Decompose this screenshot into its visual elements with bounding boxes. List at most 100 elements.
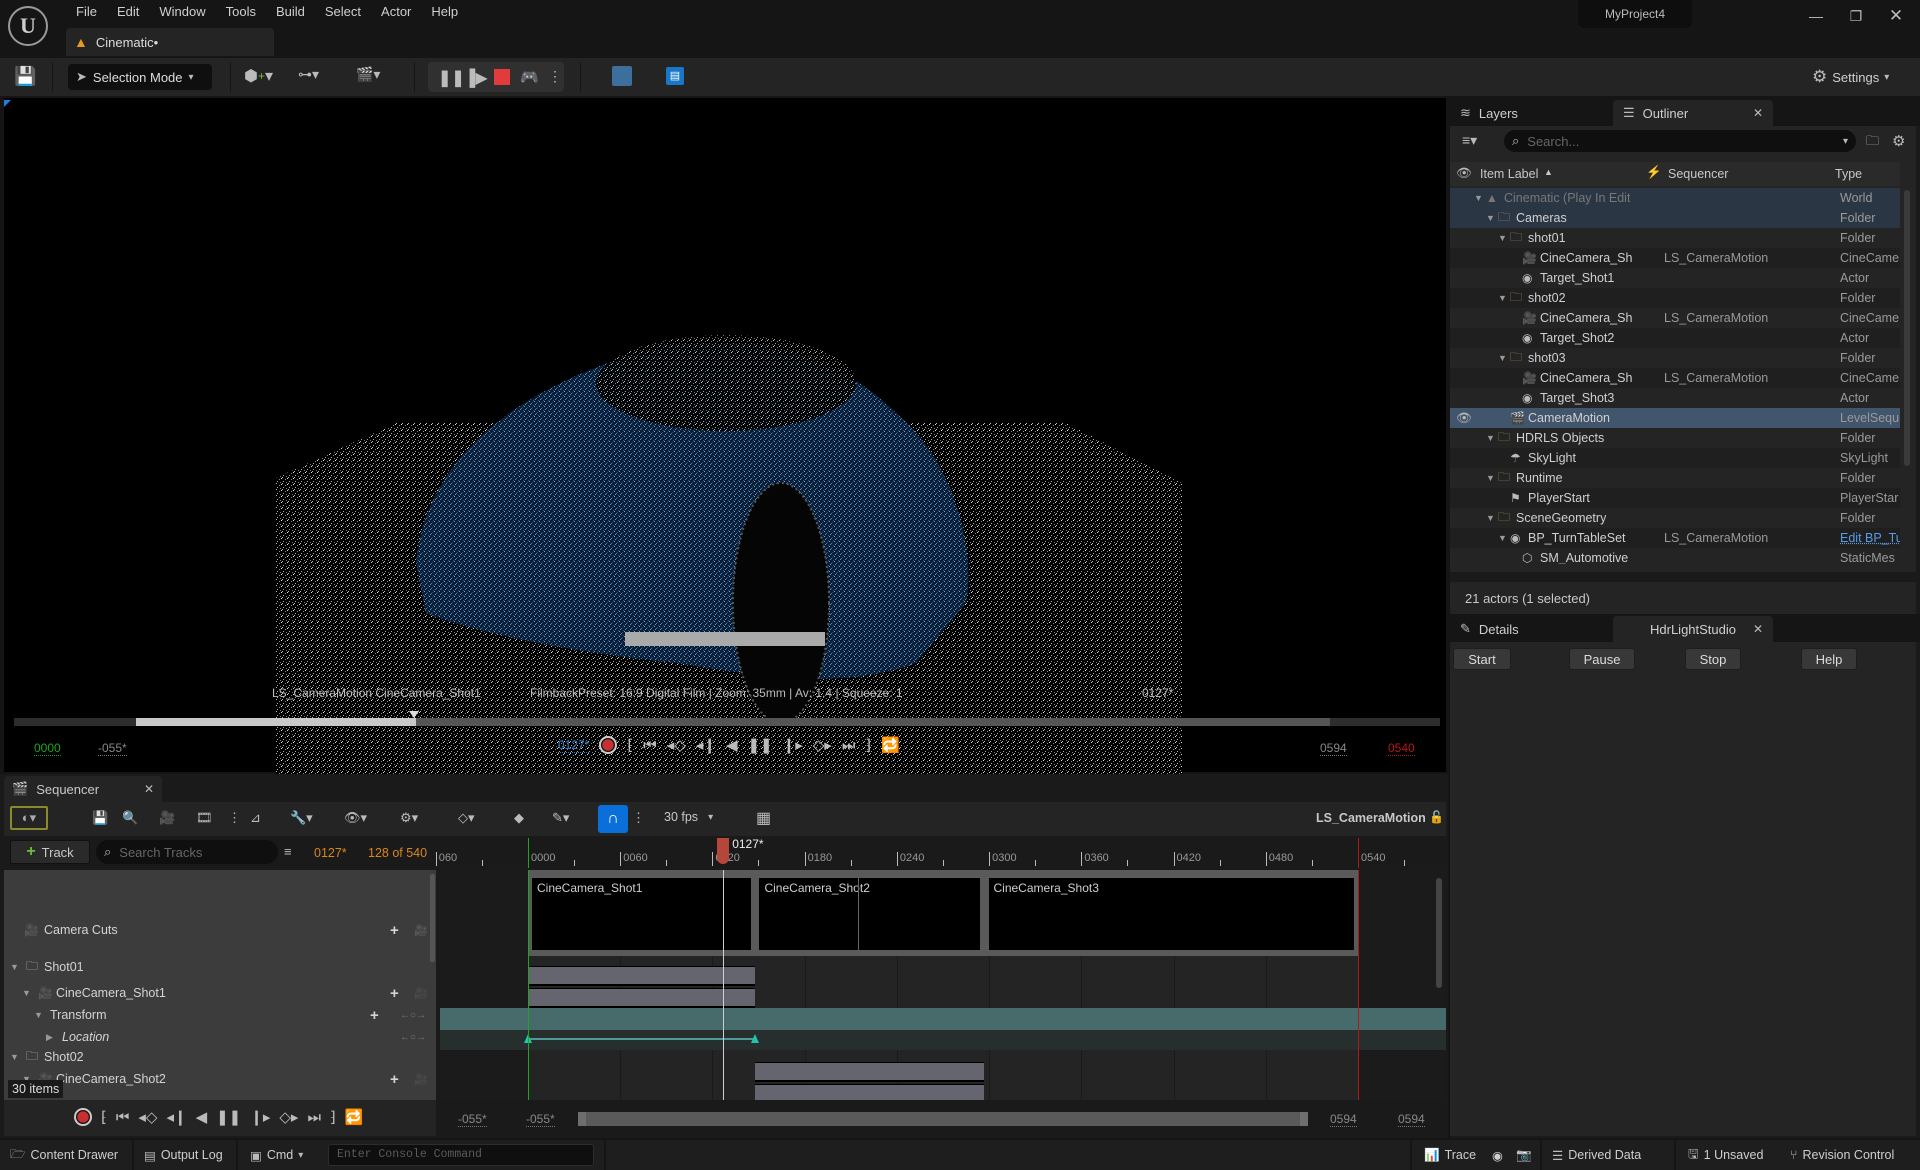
work-end-field[interactable]: 0594	[1330, 1112, 1357, 1127]
track-row[interactable]: 🎥 Camera Cuts + 🎥	[4, 906, 430, 954]
step-back-icon[interactable]: ◂❙	[166, 1108, 186, 1126]
lock-icon[interactable]: 🔓	[1429, 810, 1444, 824]
blueprint-icon[interactable]: ⊶▾	[298, 66, 319, 83]
outliner-row[interactable]: 🎥 CineCamera_Sh LS_CameraMotion CineCame	[1450, 368, 1900, 388]
record-trace-icon[interactable]: ◉	[1492, 1140, 1503, 1170]
track-row[interactable]: ▼ 🗀 Shot02	[4, 1046, 430, 1068]
auto-key-icon[interactable]: ◆	[514, 810, 524, 826]
jump-to-end-icon[interactable]: ⁆	[330, 1108, 336, 1126]
expand-arrow-icon[interactable]: ▼	[1498, 233, 1507, 243]
outliner-row[interactable]: ▼ 🗀 shot03 Folder	[1450, 348, 1900, 368]
current-frame-field[interactable]: 0127*	[558, 738, 590, 753]
fps-dropdown[interactable]: 30 fps ▾	[664, 810, 713, 824]
end-marker[interactable]	[1358, 838, 1359, 868]
track-section[interactable]	[528, 966, 756, 986]
playhead-handle[interactable]	[717, 838, 730, 864]
revision-control-button[interactable]: ⑂ Revision Control	[1790, 1140, 1894, 1170]
play-reverse-icon[interactable]: ◀	[726, 736, 738, 754]
pause-icon[interactable]: ❚❚	[216, 1108, 241, 1126]
track-section[interactable]	[755, 1084, 985, 1100]
cinematics-icon[interactable]: 🎬▾	[356, 66, 380, 83]
camera-icon[interactable]: 🎥	[159, 810, 175, 826]
view-start-field[interactable]: -055*	[98, 741, 127, 756]
outliner-row[interactable]: 🎥 CineCamera_Sh LS_CameraMotion CineCame	[1450, 308, 1900, 328]
column-sequencer[interactable]: Sequencer	[1668, 167, 1728, 181]
document-tab-cinematic[interactable]: ▲ Cinematic•	[66, 28, 274, 56]
outliner-search-input[interactable]: ⌕ Search... ▾	[1504, 130, 1856, 152]
track-list-scrollbar[interactable]	[430, 874, 435, 962]
wrench-icon[interactable]: 🔧▾	[290, 810, 313, 826]
add-subtrack-icon[interactable]: +	[390, 1071, 399, 1088]
expand-arrow-icon[interactable]: ▼	[1498, 533, 1507, 543]
track-row[interactable]: ▼ 🎥 CineCamera_Shot1 + 🎥	[4, 982, 430, 1004]
menu-edit[interactable]: Edit	[107, 2, 149, 21]
track-row[interactable]: ▼ 🗀 Shot01	[4, 956, 430, 978]
current-frame-readout[interactable]: 0127*	[314, 846, 347, 860]
viewport-timeline-scrubber[interactable]	[14, 711, 1440, 726]
start-marker[interactable]	[528, 838, 529, 868]
hierarchy-icon[interactable]: ⊿	[250, 810, 261, 826]
output-log-button[interactable]: ▤ Output Log	[144, 1140, 223, 1170]
add-actor-icon[interactable]: ⬢ + ▾	[244, 66, 273, 86]
next-shot-icon[interactable]: ⏭	[307, 1109, 321, 1126]
step-forward-icon[interactable]: ❙▸	[783, 736, 803, 754]
tab-layers[interactable]: ≋ Layers	[1450, 100, 1610, 126]
search-tracks-input[interactable]: ⌕ Search Tracks	[96, 840, 278, 864]
column-type[interactable]: Type	[1835, 167, 1862, 181]
edit-mode-icon[interactable]: ✎▾	[552, 810, 569, 826]
content-drawer-button[interactable]: 🗁 Content Drawer	[10, 1140, 118, 1170]
camera-lock-icon[interactable]: 🎥	[414, 924, 428, 937]
expand-arrow-icon[interactable]: ▼	[1486, 213, 1495, 223]
view-start-field[interactable]: -055*	[458, 1112, 487, 1127]
timeline-vertical-scrollbar[interactable]	[1436, 878, 1442, 988]
column-item-label[interactable]: Item Label	[1480, 167, 1538, 181]
expand-arrow-icon[interactable]: ▼	[1486, 513, 1495, 523]
camera-cut-section[interactable]: CineCamera_Shot2	[759, 878, 981, 950]
outliner-scrollbar[interactable]	[1904, 190, 1910, 466]
world-selector-icon[interactable]: ◐▾	[10, 806, 48, 830]
console-command-input[interactable]: Enter Console Command	[328, 1144, 594, 1166]
track-row[interactable]: ▼ 🎥 CineCamera_Shot2 + 🎥	[4, 1068, 430, 1090]
loop-icon[interactable]: 🔁	[345, 1108, 364, 1126]
close-window-button[interactable]: ✕	[1876, 4, 1916, 28]
expand-arrow-icon[interactable]: ▼	[22, 988, 31, 998]
close-tab-icon[interactable]: ✕	[1753, 106, 1763, 120]
snap-magnet-toggle[interactable]: ∩	[598, 805, 628, 833]
gamepad-icon[interactable]: 🎮	[520, 68, 539, 86]
trace-button[interactable]: 📊 Trace	[1424, 1140, 1476, 1170]
key-diamond-icon[interactable]: ◇▾	[458, 810, 475, 826]
menu-select[interactable]: Select	[315, 2, 371, 21]
step-frame-icon[interactable]: ▐▶	[464, 68, 488, 88]
filter-icon[interactable]: ≡▾	[1462, 132, 1477, 149]
outliner-item-type[interactable]: Edit BP_Tu	[1840, 531, 1900, 545]
next-key-icon[interactable]: ◇▸	[279, 1108, 298, 1126]
outliner-row[interactable]: ▼ 🗀 HDRLS Objects Folder	[1450, 428, 1900, 448]
level-viewport[interactable]: LS_CameraMotion CineCamera_Shot1 Filmbac…	[4, 98, 1446, 775]
filter-icon[interactable]: ≡	[284, 844, 292, 859]
end-frame-field[interactable]: 0540	[1388, 741, 1415, 756]
stop-icon[interactable]	[494, 69, 510, 85]
expand-arrow-icon[interactable]: ▼	[1498, 353, 1507, 363]
step-forward-icon[interactable]: ❙▸	[250, 1108, 270, 1126]
more-options-icon[interactable]: ⋮	[228, 810, 241, 826]
outliner-row[interactable]: ◉ Target_Shot2 Actor	[1450, 328, 1900, 348]
pause-icon[interactable]: ❚❚	[747, 736, 772, 754]
record-button[interactable]	[74, 1108, 92, 1126]
screenshot-icon[interactable]: 📷	[1516, 1140, 1532, 1170]
expand-arrow-icon[interactable]: ▼	[34, 1010, 43, 1020]
record-button[interactable]	[599, 736, 618, 754]
menu-window[interactable]: Window	[149, 2, 215, 21]
outliner-row[interactable]: ▼ ◉ BP_TurnTableSet LS_CameraMotion Edit BP_…	[1450, 528, 1900, 548]
gear-icon[interactable]: ⚙	[1892, 132, 1905, 150]
track-section[interactable]	[755, 1062, 985, 1082]
expand-arrow-icon[interactable]: ▶	[46, 1032, 53, 1043]
derived-data-button[interactable]: ☰ Derived Data	[1552, 1140, 1641, 1170]
close-tab-icon[interactable]: ✕	[144, 782, 154, 796]
step-back-icon[interactable]: ◂❙	[696, 736, 716, 754]
stop-button[interactable]: Stop	[1685, 648, 1741, 670]
cmd-dropdown[interactable]: ▣ Cmd ▾	[250, 1140, 303, 1170]
expand-arrow-icon[interactable]: ▼	[1498, 293, 1507, 303]
curve-editor-icon[interactable]: ▦	[756, 808, 771, 828]
snap-options-icon[interactable]: ⋮	[632, 810, 645, 826]
expand-arrow-icon[interactable]: ▼	[1474, 193, 1483, 203]
